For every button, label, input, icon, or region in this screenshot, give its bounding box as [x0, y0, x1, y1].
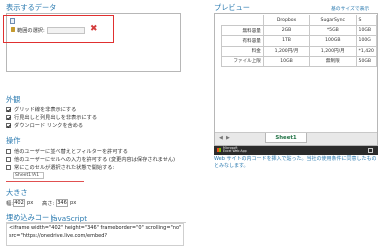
table-cell: 10GB — [262, 55, 311, 67]
width-input[interactable]: 402 — [13, 199, 25, 207]
width-label: 幅: — [6, 201, 13, 207]
height-label: 高さ: — [42, 201, 55, 207]
start-cell-input[interactable]: Sheet1!A1 — [13, 172, 44, 179]
allow-sort-filter-label: 他のユーザーに並べ替えとフィルターを許可する — [14, 149, 128, 155]
range-input[interactable] — [47, 27, 85, 34]
start-cell-checkbox[interactable] — [6, 165, 11, 170]
appearance-title: 外観 — [6, 95, 21, 104]
table-cell: 2GB — [262, 25, 311, 37]
table-row: Dropbox SugarSync S — [221, 14, 377, 27]
hide-gridlines-checkbox[interactable] — [6, 107, 11, 112]
table-cell: ファイル上限 — [221, 55, 264, 67]
range-label: 範囲の選択: — [17, 28, 45, 34]
preview-title: プレビュー — [214, 3, 250, 12]
fullscreen-icon[interactable] — [368, 148, 373, 153]
table-cell: 1,200円/月 — [262, 45, 311, 57]
table-cell — [221, 14, 264, 27]
table-row: ファイル上限 10GB 無制限 50GB — [221, 55, 377, 67]
table-cell: Dropbox — [262, 14, 311, 27]
delete-icon[interactable]: ✖ — [90, 25, 98, 34]
allow-typing-label: 他のユーザーにセルへの入力を許可する (変更内容は保存されません) — [14, 157, 176, 163]
table-cell: 1TB — [262, 35, 311, 47]
web-app-brand: Microsoft Excel Web App — [223, 145, 247, 154]
prev-sheet-icon[interactable]: ◀ — [219, 135, 223, 141]
table-cell: 1,200円/月 — [309, 45, 357, 57]
preview-note: Web サイトの内コードを挿入で貼った。当社の使用条件に同意したものとみなします… — [214, 156, 377, 170]
height-unit: px — [70, 200, 77, 206]
original-size-link[interactable]: 基のサイズで表示 — [331, 5, 369, 12]
table-cell: *5GB — [309, 25, 357, 37]
range-icon — [11, 27, 15, 32]
excel-web-app-bar: Microsoft Excel Web App — [214, 146, 378, 155]
height-input[interactable]: 346 — [56, 199, 68, 207]
preview-frame: Dropbox SugarSync S 無料容量 2GB *5GB 10GB 有… — [214, 13, 378, 146]
download-link-checkbox[interactable] — [6, 123, 11, 128]
table-cell: SugarSync — [309, 14, 357, 27]
table-cell: 50GB — [355, 55, 377, 67]
size-title: 大きさ — [6, 188, 28, 197]
microsoft-logo-icon — [217, 148, 221, 152]
table-row: 有料容量 1TB 100GB 100G — [221, 35, 377, 47]
sheet-tab-bar: ◀ ▶ Sheet1 — [215, 132, 377, 145]
table-cell: 100G — [355, 35, 377, 47]
hide-headers-label: 行見出しと列見出しを非表示にする — [14, 115, 98, 121]
width-unit: px — [27, 200, 34, 206]
preview-table: Dropbox SugarSync S 無料容量 2GB *5GB 10GB 有… — [221, 14, 377, 67]
download-link-label: ダウンロード リンクを含める — [14, 123, 84, 129]
embed-code-textarea[interactable]: <iframe width="402" height="346" framebo… — [6, 223, 184, 246]
table-cell: 10GB — [355, 25, 377, 37]
sheet-tab[interactable]: Sheet1 — [265, 133, 307, 143]
hide-gridlines-label: グリッド線を非表示にする — [14, 107, 77, 113]
code-line: src="https://onedrive.live.com/embed? — [9, 233, 108, 239]
hide-headers-checkbox[interactable] — [6, 115, 11, 120]
table-row: 料金 1,200円/月 1,200円/月 *1,420 — [221, 45, 377, 57]
table-cell: S — [355, 14, 377, 27]
code-line: <iframe width="402" height="346" framebo… — [9, 225, 182, 231]
table-cell: 料金 — [221, 45, 264, 57]
data-section-title: 表示するデータ — [6, 3, 57, 12]
table-cell: 無料容量 — [221, 25, 264, 37]
table-cell: *1,420 — [355, 45, 377, 57]
interaction-title: 操作 — [6, 136, 21, 145]
next-sheet-icon[interactable]: ▶ — [226, 135, 230, 141]
table-cell: 無制限 — [309, 55, 357, 67]
table-cell: 有料容量 — [221, 35, 264, 47]
table-row: 無料容量 2GB *5GB 10GB — [221, 25, 377, 37]
size-divider — [6, 181, 84, 182]
allow-sort-filter-checkbox[interactable] — [6, 149, 11, 154]
start-cell-label: 常にこのセルが選択された状態で開始する: — [14, 165, 115, 171]
table-cell: 100GB — [309, 35, 357, 47]
allow-typing-checkbox[interactable] — [6, 157, 11, 162]
